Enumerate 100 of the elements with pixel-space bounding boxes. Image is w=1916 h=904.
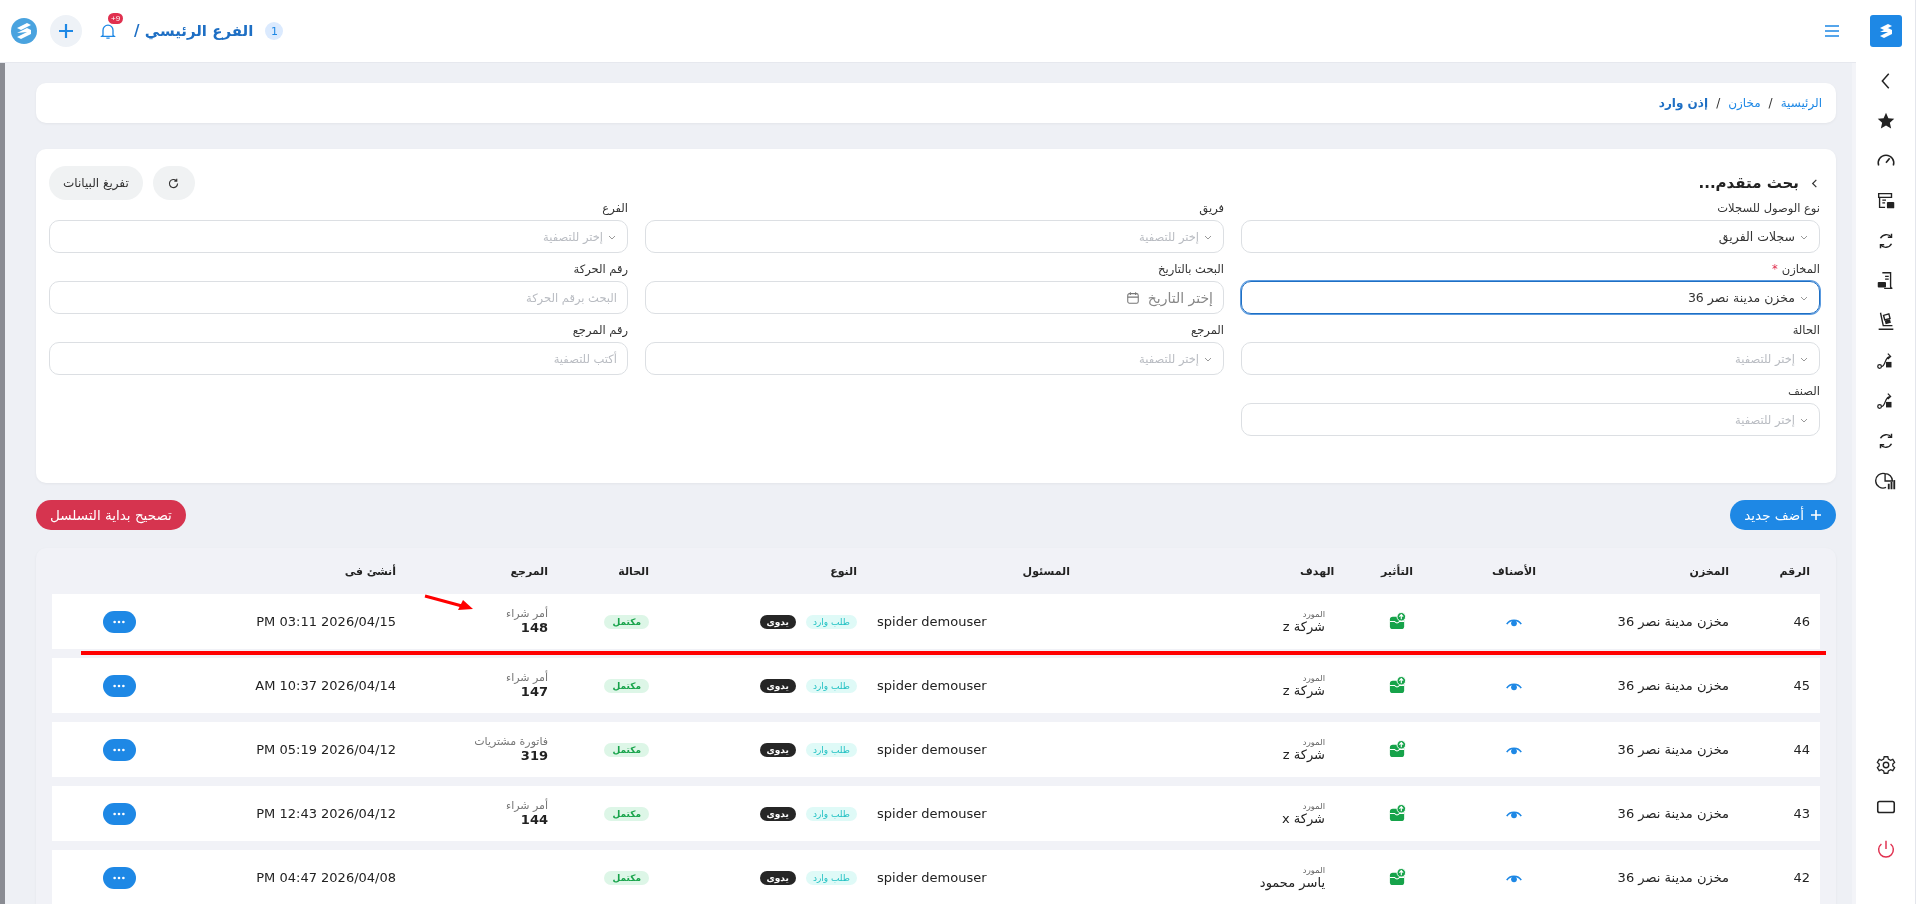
status-tag: مكتمل [604,614,649,629]
count-badge: 1 [265,22,284,40]
more-button[interactable] [102,866,136,889]
type-tag: طلب وارد [805,614,857,629]
logo-icon [10,17,38,45]
input-field[interactable]: إختر التاريخ [645,281,1224,314]
target-type: المورد [1302,800,1325,811]
type-tag: يدوى [759,742,796,757]
column-header: التأثير [1379,564,1414,578]
target-type: المورد [1302,672,1325,683]
clear-button[interactable]: تفريغ البيانات [49,166,143,200]
type-tag: يدوى [759,678,796,693]
type-tag: يدوى [759,614,796,629]
table-cell-text: spider demouser [876,614,988,629]
type-tag: طلب وارد [805,870,857,885]
plus-icon [1810,509,1822,521]
column-header: الرقم [1778,564,1811,578]
target-type: المورد [1302,736,1325,747]
field-label: المخازن * [1770,262,1820,276]
type-tag: يدوى [759,870,796,885]
logo-icon[interactable] [1869,15,1902,47]
column-header: المخزن [1688,564,1730,578]
column-header: الحالة [617,564,650,578]
type-tag: طلب وارد [805,678,857,693]
table-cell-text: 45 [1792,678,1811,693]
breadcrumb-link[interactable]: مخازن [1728,96,1761,110]
table-cell-text: spider demouser [876,806,988,821]
target-type: المورد [1302,864,1325,875]
column-header: المرجع [509,564,549,578]
input-field[interactable]: مخزن مدينة نصر 36 [1241,281,1820,314]
reference-type: أمر شراء [505,671,548,685]
plus-icon [56,21,76,41]
stock-in-icon [1387,612,1407,631]
column-header: الهدف [1299,564,1336,578]
status-tag: مكتمل [604,742,649,757]
table-cell: شركة x [1281,810,1325,827]
refresh-button[interactable] [152,166,195,200]
more-button[interactable] [102,802,136,825]
more-button[interactable] [102,738,136,761]
table-cell-text: مخزن مدينة نصر 36 [1616,614,1730,629]
reference-number: 147 [520,684,548,700]
reference-number: 144 [520,812,548,828]
table-cell-text: PM 04:47 2026/04/08 [255,870,397,885]
table-cell-text: AM 10:37 2026/04/14 [254,678,397,693]
add-button[interactable]: أضف جديد [1730,500,1836,530]
reference-type: فاتورة مشتريات [474,735,548,749]
field-label: فريق [1198,201,1224,215]
branch-name[interactable]: الفرع الرئيسي / [134,22,254,40]
table-cell: ياسر محمود [1259,874,1325,891]
table-cell: شركة z [1282,682,1325,699]
breadcrumb-separator: / [1768,96,1773,110]
fix-sequence-button[interactable]: تصحيح بداية التسلسل [36,500,186,530]
target-type: المورد [1302,608,1325,619]
table-cell-text: مخزن مدينة نصر 36 [1616,742,1730,757]
table-cell-text: 44 [1792,742,1811,757]
table-cell-text: spider demouser [876,678,988,693]
pie-chart-icon[interactable] [1874,470,1897,492]
add-button[interactable] [50,15,82,47]
panel-title: بحث متقدم... [1698,174,1799,192]
table-cell-text: 46 [1792,614,1811,629]
status-tag: مكتمل [604,870,649,885]
table-cell-text: مخزن مدينة نصر 36 [1616,806,1730,821]
input-field[interactable]: سجلات الفريق [1241,220,1820,253]
table-cell-text: مخزن مدينة نصر 36 [1616,678,1730,693]
breadcrumb-separator: / [1716,96,1721,110]
chevron-icon[interactable] [1809,177,1820,189]
column-header: أنشئ فى [343,564,397,578]
reference-number: 148 [520,620,548,636]
field-label: الحالة [1791,323,1820,337]
reference-type: أمر شراء [505,607,548,621]
reference-type: أمر شراء [505,799,548,813]
more-button[interactable] [102,610,136,633]
more-icon [112,811,126,816]
field-label: رقم الحركة [572,262,628,276]
more-icon [112,747,126,752]
table-cell: شركة z [1282,746,1325,763]
field-label: الفرع [601,201,628,215]
type-tag: طلب وارد [805,742,857,757]
field-label: نوع الوصول للسجلات [1716,201,1820,215]
more-icon [112,875,126,880]
stock-in-icon [1387,740,1407,759]
table-cell-text: PM 12:43 2026/04/12 [255,806,397,821]
table-cell-text: مخزن مدينة نصر 36 [1616,870,1730,885]
column-header: النوع [829,564,858,578]
status-tag: مكتمل [604,678,649,693]
calendar-icon [1125,290,1140,305]
stock-in-icon [1387,868,1407,887]
breadcrumb-link[interactable]: الرئيسية [1780,96,1822,110]
more-icon [112,619,126,624]
notification-badge: +9 [108,13,124,24]
reference-number: 319 [520,748,548,764]
annotation-arrow [424,594,474,612]
settings-icon[interactable] [1874,754,1897,776]
column-header: المسئول [1021,564,1071,578]
table-cell: شركة z [1282,618,1325,635]
field-label: رقم المرجع [571,323,628,337]
field-label: الصنف [1786,384,1820,398]
type-tag: طلب وارد [805,806,857,821]
table-cell-text: PM 03:11 2026/04/15 [255,614,397,629]
more-button[interactable] [102,674,136,697]
